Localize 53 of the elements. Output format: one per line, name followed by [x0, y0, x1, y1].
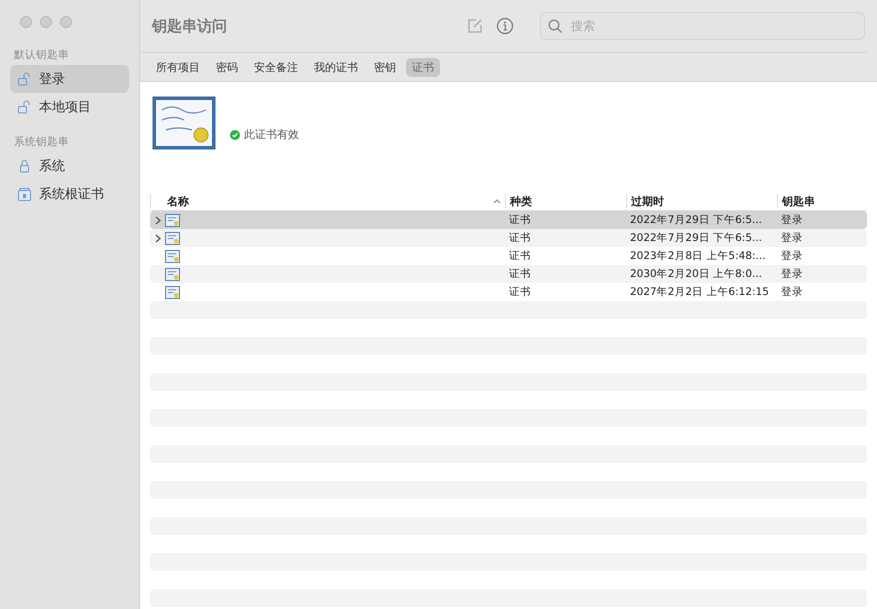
padlock-icon: [18, 159, 31, 173]
tab[interactable]: 我的证书: [308, 58, 364, 76]
unlocked-padlock-icon: [18, 100, 31, 114]
disclosure-chevron-icon[interactable]: [154, 234, 162, 242]
certificate-icon: [165, 268, 180, 280]
table-cell-text: 2023年2月8日 上午5:48:...: [629, 249, 767, 263]
sidebar-section-title: 系统钥匙串: [13, 135, 70, 149]
certificate-icon: [165, 214, 180, 226]
table-cell-text: 登录: [780, 231, 804, 245]
table-cell-text: 2030年2月20日 上午8:0...: [629, 267, 764, 281]
table-row[interactable]: 证书 2030年2月20日 上午8:0... 登录: [150, 265, 867, 283]
locked-cabinet-icon: [18, 187, 31, 201]
sidebar-section-title: 默认钥匙串: [13, 48, 70, 62]
table-cell-text: 2022年7月29日 下午6:5...: [629, 231, 764, 245]
tab[interactable]: 安全备注: [248, 58, 304, 76]
table-row[interactable]: 证书 2027年2月2日 上午6:12:15 登录: [150, 283, 867, 301]
table-cell-text: 2022年7月29日 下午6:5...: [629, 213, 764, 227]
table-cell-text: 2027年2月2日 上午6:12:15: [629, 285, 770, 299]
search-field[interactable]: 搜索: [540, 12, 865, 40]
certificate-status: 此证书有效: [230, 127, 299, 142]
tab[interactable]: 密钥: [368, 58, 402, 76]
window-title: 钥匙串访问: [152, 16, 228, 36]
column-header[interactable]: 钥匙串: [782, 194, 815, 208]
table-cell-text: 证书: [508, 213, 532, 227]
table-row[interactable]: 证书 2022年7月29日 下午6:5... 登录: [150, 211, 867, 229]
table-cell-text: 证书: [508, 249, 532, 263]
table-row[interactable]: 证书 2023年2月8日 上午5:48:... 登录: [150, 247, 867, 265]
sort-up-icon[interactable]: [493, 198, 501, 204]
certificate-icon: [165, 286, 180, 298]
table-cell-text: 登录: [780, 267, 804, 281]
disclosure-chevron-icon[interactable]: [154, 216, 162, 224]
sidebar-item[interactable]: 系统根证书: [10, 180, 129, 208]
table-row[interactable]: 证书 2022年7月29日 下午6:5... 登录: [150, 229, 867, 247]
table-cell-text: 登录: [780, 285, 804, 299]
tab[interactable]: 所有项目: [150, 58, 206, 76]
certificate-icon: [165, 232, 180, 244]
unlocked-padlock-icon: [18, 72, 31, 86]
sidebar-item[interactable]: 系统: [10, 152, 129, 180]
tab[interactable]: 密码: [210, 58, 244, 76]
column-header[interactable]: 名称: [167, 194, 189, 208]
column-header[interactable]: 过期时: [631, 194, 664, 208]
table-cell-text: 登录: [780, 249, 804, 263]
info-icon[interactable]: [496, 17, 514, 35]
column-header[interactable]: 种类: [510, 194, 532, 208]
table-cell-text: 证书: [508, 267, 532, 281]
certificate-icon: [165, 250, 180, 262]
table-cell-text: 证书: [508, 285, 532, 299]
table-cell-text: 证书: [508, 231, 532, 245]
table-cell-text: 登录: [780, 213, 804, 227]
sidebar-item[interactable]: 本地项目: [10, 93, 129, 121]
compose-icon[interactable]: [466, 17, 484, 35]
sidebar-item[interactable]: 登录: [10, 65, 129, 93]
certificate-icon: [152, 96, 216, 150]
